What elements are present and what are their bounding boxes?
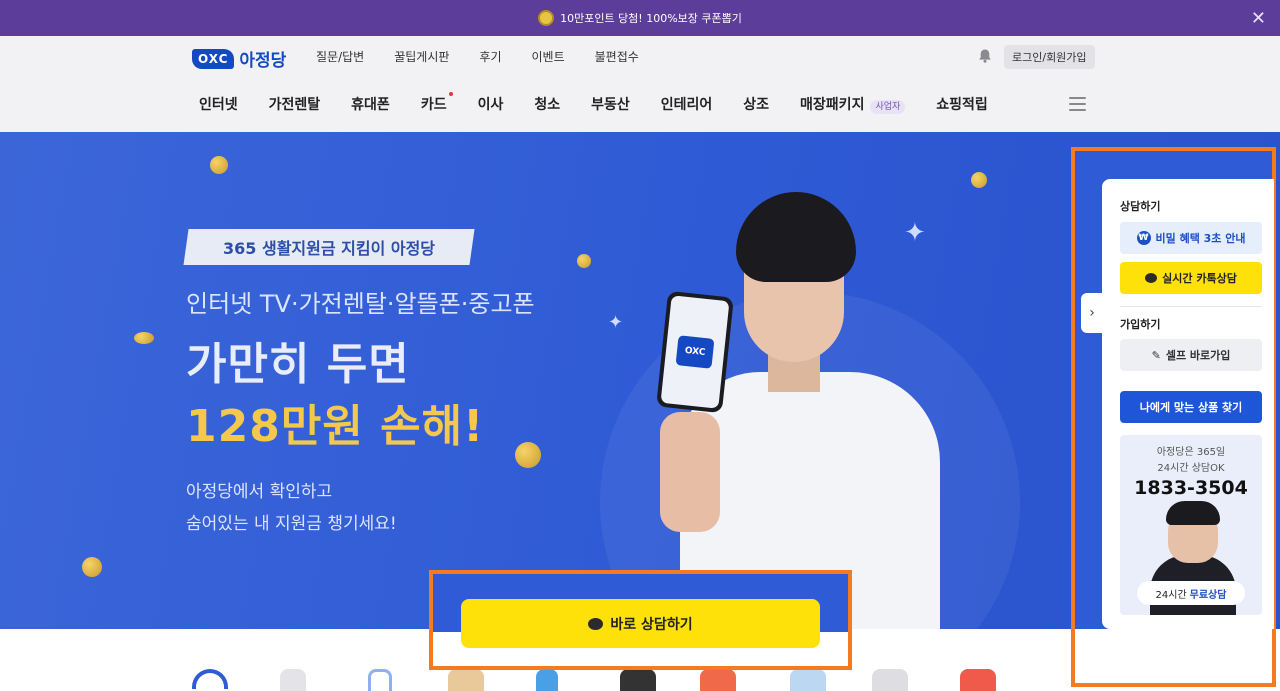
close-icon[interactable]: ✕ xyxy=(1251,8,1266,29)
pill-free: 무료상담 xyxy=(1189,589,1227,601)
consult-now-label: 바로 상담하기 xyxy=(610,616,693,633)
nav-store-package[interactable]: 매장패키지 사업자 xyxy=(800,94,906,114)
find-product-button[interactable]: 나에게 맞는 상품 찾기 xyxy=(1120,391,1262,423)
gold-coin-decoration xyxy=(82,557,102,577)
nav-label: 인터넷 xyxy=(199,97,238,113)
nav-moving[interactable]: 이사 xyxy=(478,94,504,114)
gold-coin-decoration xyxy=(134,332,154,344)
chevron-right-icon[interactable]: › xyxy=(1081,293,1103,333)
house-icon[interactable] xyxy=(700,669,736,691)
nav-label: 쇼핑적립 xyxy=(936,97,988,113)
nav-funeral[interactable]: 상조 xyxy=(743,94,769,114)
model-photo xyxy=(640,192,940,629)
nav-label: 상조 xyxy=(743,97,770,113)
bell-icon[interactable] xyxy=(977,48,993,64)
consult-card-line1: 아정당은 365일 xyxy=(1156,447,1226,458)
hero-title: 가만히 두면 xyxy=(186,339,410,390)
pencil-icon: ✎ xyxy=(1151,348,1161,362)
hamburger-icon[interactable] xyxy=(1069,97,1086,111)
chat-bubble-icon xyxy=(1145,273,1158,283)
nav-internet[interactable]: 인터넷 xyxy=(199,94,238,114)
truck-icon[interactable] xyxy=(620,669,656,691)
kakao-chat-button[interactable]: 실시간 카톡상담 xyxy=(1120,262,1262,294)
hero-subtitle: 인터넷 TV·가전렌탈·알뜰폰·중고폰 xyxy=(186,290,535,318)
nav-label: 휴대폰 xyxy=(351,97,390,113)
logo-badge: OXC xyxy=(192,48,235,69)
phone-consult-card[interactable]: 아정당은 365일 24시간 상담OK 1833-3504 24시간 무료상담 xyxy=(1120,435,1262,615)
nav-label: 카드 xyxy=(420,97,447,113)
logo[interactable]: OXC 아정당 xyxy=(192,46,286,71)
appliance-icon[interactable] xyxy=(280,669,306,691)
nav-label: 이사 xyxy=(477,97,504,113)
hero-loss-amount: 128만원 손해! xyxy=(186,401,485,452)
main-nav: 인터넷 가전렌탈 휴대폰 카드 이사 청소 부동산 인테리어 상조 매장패키지 사… xyxy=(199,92,1019,114)
free-consult-pill: 24시간 무료상담 xyxy=(1137,581,1245,605)
pill-prefix: 24시간 xyxy=(1155,589,1187,601)
secret-benefit-label: 비밀 혜택 3초 안내 xyxy=(1155,232,1246,245)
self-join-label: 셀프 바로가입 xyxy=(1165,349,1231,362)
nav-card[interactable]: 카드 xyxy=(420,92,453,114)
cleaning-icon[interactable] xyxy=(536,669,558,691)
device-icon[interactable] xyxy=(872,669,908,691)
login-button[interactable]: 로그인/회원가입 xyxy=(1004,45,1095,69)
consult-card-line2: 24시간 상담OK xyxy=(1157,463,1225,474)
top-link-tips[interactable]: 꿀팁게시판 xyxy=(394,48,449,65)
gold-coin-decoration xyxy=(210,156,228,174)
sparkle-decoration: ✦ xyxy=(608,312,624,333)
store-icon[interactable] xyxy=(960,669,996,691)
nav-label: 매장패키지 xyxy=(800,97,865,113)
self-join-button[interactable]: ✎ 셀프 바로가입 xyxy=(1120,339,1262,371)
app-logo-icon: OXC xyxy=(675,335,715,369)
phone-icon[interactable] xyxy=(368,669,392,691)
new-dot-icon xyxy=(448,92,453,96)
nav-shopping-points[interactable]: 쇼핑적립 xyxy=(936,94,988,114)
consult-heading: 상담하기 xyxy=(1120,200,1161,213)
logo-name: 아정당 xyxy=(239,51,287,71)
consult-model-hair xyxy=(1166,501,1220,525)
nav-cleaning[interactable]: 청소 xyxy=(534,94,560,114)
box-icon[interactable] xyxy=(448,669,484,691)
kakao-chat-label: 실시간 카톡상담 xyxy=(1162,272,1237,285)
promo-banner[interactable]: 10만포인트 당첨! 100%보장 쿠폰뽑기 ✕ xyxy=(0,0,1280,36)
top-links: 질문/답변 꿀팁게시판 후기 이벤트 불편접수 xyxy=(316,48,669,65)
gold-coin-decoration xyxy=(515,442,541,468)
won-icon: ₩ xyxy=(1136,231,1151,245)
hero-desc-line2: 숨어있는 내 지원금 챙기세요! xyxy=(186,514,397,534)
nav-label: 부동산 xyxy=(591,97,630,113)
business-tag: 사업자 xyxy=(870,99,906,114)
nav-label: 인테리어 xyxy=(660,97,713,113)
top-link-reviews[interactable]: 후기 xyxy=(479,48,501,65)
join-heading: 가입하기 xyxy=(1120,318,1161,331)
secret-benefit-button[interactable]: ₩ 비밀 혜택 3초 안내 xyxy=(1120,222,1262,254)
top-link-complaints[interactable]: 불편접수 xyxy=(595,48,639,65)
consult-phone-number[interactable]: 1833-3504 xyxy=(1120,477,1262,499)
phone-in-hand: OXC xyxy=(656,290,734,414)
promo-text[interactable]: 10만포인트 당첨! 100%보장 쿠폰뽑기 xyxy=(560,10,742,26)
top-link-qna[interactable]: 질문/답변 xyxy=(316,48,364,65)
divider xyxy=(1120,306,1262,307)
nav-label: 가전렌탈 xyxy=(268,97,321,113)
top-link-events[interactable]: 이벤트 xyxy=(532,48,565,65)
nav-interior[interactable]: 인테리어 xyxy=(661,94,713,114)
gold-coin-decoration xyxy=(971,172,987,188)
gold-coin-decoration xyxy=(577,254,591,268)
sofa-icon[interactable] xyxy=(790,669,826,691)
wifi-icon[interactable] xyxy=(192,669,228,689)
hero-ribbon: 365 생활지원금 지킴이 아정당 xyxy=(183,229,475,265)
nav-appliance-rental[interactable]: 가전렌탈 xyxy=(269,94,321,114)
nav-label: 청소 xyxy=(534,97,561,113)
nav-phone[interactable]: 휴대폰 xyxy=(351,94,390,114)
hero-ribbon-text: 365 생활지원금 지킴이 아정당 xyxy=(222,239,436,258)
coin-icon xyxy=(538,10,555,26)
nav-real-estate[interactable]: 부동산 xyxy=(591,94,630,114)
chat-bubble-icon xyxy=(588,617,604,630)
hero-desc-line1: 아정당에서 확인하고 xyxy=(186,482,333,502)
consult-now-button[interactable]: 바로 상담하기 xyxy=(461,599,820,648)
